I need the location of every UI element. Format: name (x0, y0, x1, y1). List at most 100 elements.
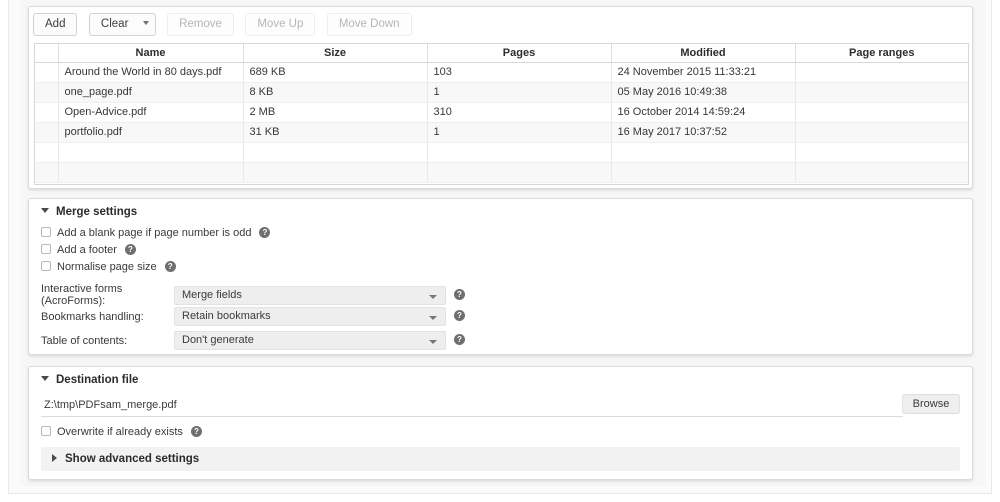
chevron-down-icon[interactable] (142, 20, 149, 25)
normalise-page-size-label: Normalise page size (57, 261, 157, 273)
overwrite-row[interactable]: Overwrite if already exists? (41, 425, 202, 438)
move-down-button[interactable]: Move Down (326, 13, 412, 36)
help-icon[interactable]: ? (190, 425, 202, 437)
bookmarks-value: Retain bookmarks (182, 310, 271, 322)
cell-name (58, 142, 244, 163)
table-row[interactable]: portfolio.pdf 31 KB 1 16 May 2017 10:37:… (35, 122, 968, 143)
column-header-page-ranges[interactable]: Page ranges (795, 44, 968, 63)
cell-pages: 103 (427, 62, 612, 83)
cell-page-ranges[interactable] (795, 82, 968, 103)
table-row[interactable]: Around the World in 80 days.pdf 689 KB 1… (35, 62, 968, 83)
cell-pages (427, 162, 612, 183)
acroforms-value: Merge fields (182, 288, 242, 301)
cell-modified: 05 May 2016 10:49:38 (611, 82, 796, 103)
normalise-page-size-row[interactable]: Normalise page size? (41, 260, 176, 273)
add-footer-checkbox[interactable] (41, 244, 51, 255)
cell-name: Around the World in 80 days.pdf (58, 62, 244, 83)
chevron-down-icon (429, 294, 437, 299)
cell-size: 689 KB (243, 62, 428, 83)
cell-size: 8 KB (243, 82, 428, 103)
merge-settings-header[interactable]: Merge settings (41, 206, 137, 218)
chevron-down-icon[interactable] (41, 208, 49, 214)
chevron-right-icon (52, 453, 57, 462)
table-row-empty[interactable] (35, 142, 968, 163)
chevron-down-icon (429, 316, 437, 320)
add-button-label: Add (45, 18, 66, 30)
acroforms-select[interactable]: Merge fields (174, 285, 446, 305)
cell-pages: 1 (427, 122, 612, 143)
cell-size: 2 MB (243, 102, 428, 123)
row-selector[interactable] (35, 82, 59, 103)
help-icon[interactable]: ? (454, 310, 465, 321)
cell-name: Open-Advice.pdf (58, 102, 244, 123)
cell-modified (611, 142, 796, 163)
normalise-page-size-checkbox[interactable] (41, 261, 51, 272)
cell-name (58, 162, 244, 183)
destination-path-input[interactable] (41, 395, 903, 417)
row-selector[interactable] (35, 62, 59, 83)
file-table-container[interactable]: Name Size Pages Modified Page ranges Aro… (34, 43, 969, 185)
row-selector (35, 162, 59, 183)
cell-modified: 16 May 2017 10:37:52 (611, 122, 796, 143)
chevron-down-icon (429, 340, 437, 344)
help-icon[interactable]: ? (259, 226, 271, 238)
show-advanced-settings-bar[interactable]: Show advanced settings (41, 447, 960, 471)
cell-size (243, 162, 428, 183)
merge-settings-title: Merge settings (56, 206, 138, 218)
chevron-down-icon[interactable] (41, 376, 49, 382)
column-header-select[interactable] (35, 44, 59, 63)
bookmarks-row: Bookmarks handling: Retain bookmarks ? (41, 307, 465, 326)
add-footer-row[interactable]: Add a footer? (41, 243, 136, 256)
column-header-name[interactable]: Name (58, 44, 244, 63)
remove-button-label: Remove (179, 18, 222, 30)
cell-page-ranges[interactable] (795, 102, 968, 123)
file-selection-panel: Add Clear Remove Move Up Move Down Name … (28, 6, 973, 189)
application-window: Add Clear Remove Move Up Move Down Name … (0, 0, 1000, 502)
blank-page-odd-row[interactable]: Add a blank page if page number is odd? (41, 226, 271, 239)
table-header-row: Name Size Pages Modified Page ranges (35, 44, 968, 63)
show-advanced-settings-label: Show advanced settings (65, 453, 200, 465)
add-footer-label: Add a footer (57, 244, 117, 256)
clear-button[interactable]: Clear (88, 13, 156, 36)
help-icon[interactable]: ? (124, 243, 136, 255)
destination-header[interactable]: Destination file (41, 374, 138, 386)
cell-pages: 310 (427, 102, 612, 123)
row-selector[interactable] (35, 102, 59, 123)
cell-pages (427, 142, 612, 163)
column-header-size[interactable]: Size (243, 44, 428, 63)
column-header-pages[interactable]: Pages (427, 44, 612, 63)
cell-page-ranges[interactable] (795, 122, 968, 143)
acroforms-row: Interactive forms (AcroForms): Merge fie… (41, 283, 465, 307)
cell-size: 31 KB (243, 122, 428, 143)
toc-row: Table of contents: Don't generate ? (41, 331, 465, 350)
remove-button[interactable]: Remove (167, 13, 234, 36)
move-up-button[interactable]: Move Up (245, 13, 316, 36)
help-icon[interactable]: ? (454, 334, 465, 345)
cell-modified: 16 October 2014 14:59:24 (611, 102, 796, 123)
cell-name: portfolio.pdf (58, 122, 244, 143)
cell-page-ranges (795, 142, 968, 163)
merge-settings-panel: Merge settings Add a blank page if page … (28, 198, 973, 355)
destination-title: Destination file (56, 374, 139, 386)
bookmarks-select[interactable]: Retain bookmarks (174, 307, 446, 326)
help-icon[interactable]: ? (164, 260, 176, 272)
overwrite-checkbox[interactable] (41, 426, 51, 437)
table-row[interactable]: one_page.pdf 8 KB 1 05 May 2016 10:49:38 (35, 82, 968, 103)
table-row-empty[interactable] (35, 162, 968, 183)
move-down-button-label: Move Down (338, 18, 400, 30)
cell-modified: 24 November 2015 11:33:21 (611, 62, 796, 83)
column-header-modified[interactable]: Modified (611, 44, 796, 63)
table-row[interactable]: Open-Advice.pdf 2 MB 310 16 October 2014… (35, 102, 968, 123)
overwrite-label: Overwrite if already exists (57, 426, 183, 438)
row-selector[interactable] (35, 122, 59, 143)
cell-modified (611, 162, 796, 183)
file-toolbar: Add Clear Remove Move Up Move Down (29, 7, 972, 44)
toc-value: Don't generate (182, 334, 254, 346)
toc-select[interactable]: Don't generate (174, 331, 446, 350)
add-button[interactable]: Add (33, 13, 78, 36)
cell-page-ranges[interactable] (795, 62, 968, 83)
browse-button[interactable]: Browse (902, 394, 960, 414)
blank-page-odd-checkbox[interactable] (41, 227, 51, 238)
bookmarks-label: Bookmarks handling: (41, 310, 144, 323)
help-icon[interactable]: ? (454, 288, 465, 300)
